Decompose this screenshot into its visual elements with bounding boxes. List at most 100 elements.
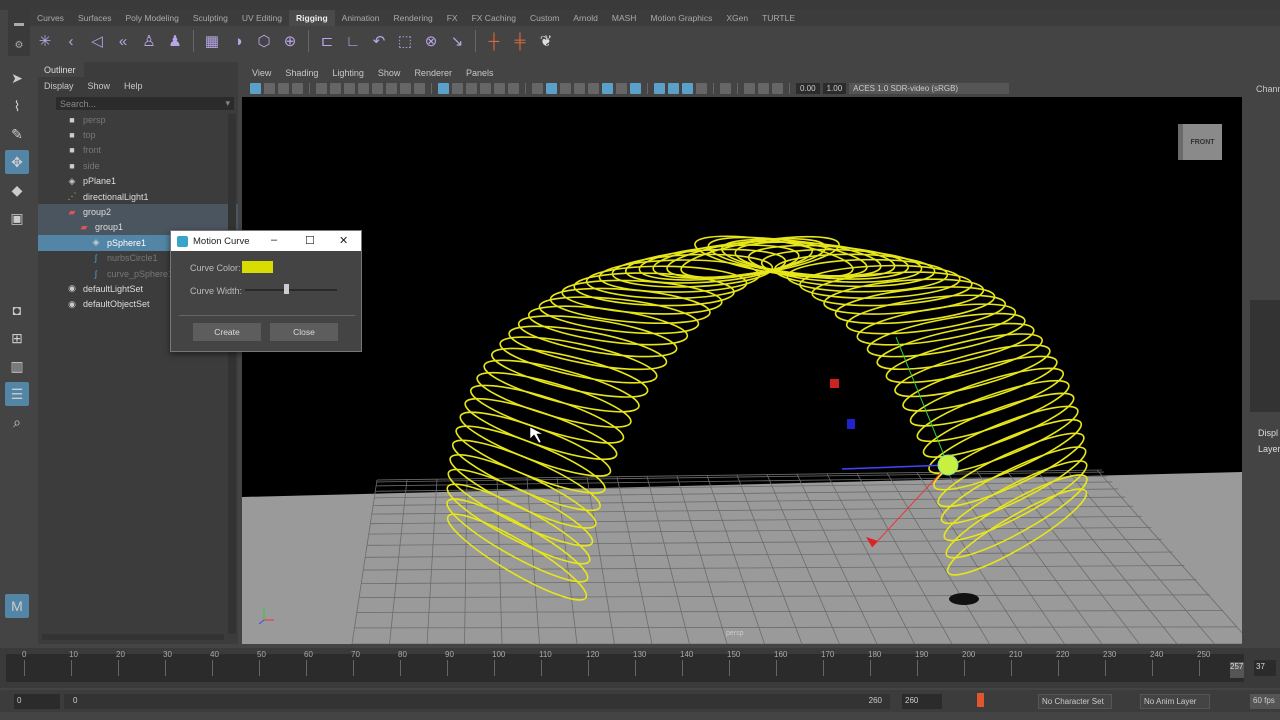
viewport-tool-icon-26[interactable] [654,83,665,94]
paint-weights-icon[interactable]: ◑ [227,30,249,52]
y-axis-manipulator[interactable] [895,336,949,466]
chevron-down-icon[interactable]: ▾ [225,98,230,109]
viewport-tool-icon-6[interactable] [344,83,355,94]
red-locator[interactable] [830,379,839,388]
outliner-item[interactable]: ■ side [38,158,238,173]
viewport-tool-icon-14[interactable] [466,83,477,94]
curve-color-swatch[interactable] [242,261,273,273]
viewport-tool-icon-22[interactable] [588,83,599,94]
humanik-icon[interactable]: ♟ [164,30,186,52]
outliner-menu-help[interactable]: Help [124,81,143,91]
shelf-tab-motion-graphics[interactable]: Motion Graphics [643,10,719,26]
viewport-tool-icon-5[interactable] [330,83,341,94]
locator-icon[interactable]: ┼ [483,30,505,52]
rotate-tool-icon[interactable]: ◆ [5,178,29,202]
viewport-menu-show[interactable]: Show [378,68,401,78]
two-layout-icon[interactable]: ▥ [5,354,29,378]
close-button[interactable]: Close [270,323,338,341]
viewport-menu-renderer[interactable]: Renderer [414,68,452,78]
viewport-tool-icon-23[interactable] [602,83,613,94]
viewport-tool-icon-4[interactable] [316,83,327,94]
viewport-tool-icon-27[interactable] [668,83,679,94]
outliner-scrollbar[interactable] [228,114,236,634]
end-time-field[interactable]: 260 [902,694,942,709]
shelf-tab-mash[interactable]: MASH [605,10,644,26]
display-tab[interactable]: Displ [1258,428,1278,438]
shelf-tab-rendering[interactable]: Rendering [386,10,439,26]
maya-logo-icon[interactable]: M [5,594,29,618]
create-joints-icon[interactable]: ✳ [34,30,56,52]
move-tool-icon[interactable]: ✥ [5,150,29,174]
viewport-tool-icon-30[interactable] [720,83,731,94]
pole-vector-icon[interactable]: ↘ [446,30,468,52]
lattice-icon[interactable]: ⬡ [253,30,275,52]
outliner-item[interactable]: ⋰ directionalLight1 [38,189,238,204]
shelf-tab-curves[interactable]: Curves [30,10,71,26]
outliner-search-input[interactable]: Search... ▾ [56,97,234,110]
orient-constraint-icon[interactable]: ↶ [368,30,390,52]
create-button[interactable]: Create [193,323,261,341]
viewport-tool-icon-3[interactable] [292,83,303,94]
time-slider[interactable]: 257 37 0 10 20 30 40 50 60 70 80 90 100 110 120 130 14… [0,648,1280,688]
layers-menu[interactable]: Layers [1258,444,1280,454]
outliner-item[interactable]: ◈ pPlane1 [38,174,238,189]
scale-tool-icon[interactable]: ▣ [5,206,29,230]
minimize-icon[interactable]: – [271,234,277,246]
anim-layer-dropdown[interactable]: No Anim Layer [1140,694,1210,709]
viewport-tool-icon-24[interactable] [616,83,627,94]
ik-spline-icon[interactable]: « [112,30,134,52]
python-script-icon[interactable]: ❦ [535,30,557,52]
viewport-tool-icon-1[interactable] [264,83,275,94]
shelf-tab-xgen[interactable]: XGen [719,10,755,26]
bind-skin-icon[interactable]: ▦ [201,30,223,52]
exposure-field[interactable]: 0.00 [796,83,820,94]
viewport-tool-icon-18[interactable] [532,83,543,94]
viewport-tool-icon-11[interactable] [414,83,425,94]
shelf-tab-custom[interactable]: Custom [523,10,566,26]
lasso-tool-icon[interactable]: ⌇ [5,94,29,118]
color-space-dropdown[interactable]: ACES 1.0 SDR-video (sRGB) [849,83,1010,94]
viewport-tool-icon-16[interactable] [494,83,505,94]
viewport-tool-icon-17[interactable] [508,83,519,94]
cluster-icon[interactable]: ⊕ [279,30,301,52]
scale-constraint-icon[interactable]: ⬚ [394,30,416,52]
character-set-dropdown[interactable]: No Character Set [1038,694,1112,709]
viewport-tool-icon-8[interactable] [372,83,383,94]
viewport-tool-icon-29[interactable] [696,83,707,94]
blue-locator[interactable] [847,419,855,429]
aim-constraint-icon[interactable]: ⊗ [420,30,442,52]
viewport-tool-icon-7[interactable] [358,83,369,94]
viewport-tool-icon-28[interactable] [682,83,693,94]
viewport-tool-icon-32[interactable] [758,83,769,94]
viewport-menu-lighting[interactable]: Lighting [332,68,364,78]
viewport-tool-icon-9[interactable] [386,83,397,94]
shelf-tab-surfaces[interactable]: Surfaces [71,10,119,26]
viewport-tool-icon-2[interactable] [278,83,289,94]
viewport-tool-icon-12[interactable] [438,83,449,94]
quick-rig-icon[interactable]: ♙ [138,30,160,52]
locator-constraint-icon[interactable]: ╪ [509,30,531,52]
shelf-tab-poly-modeling[interactable]: Poly Modeling [118,10,185,26]
viewport-tool-icon-0[interactable] [250,83,261,94]
gamma-field[interactable]: 1.00 [822,83,847,94]
shelf-tab-rigging[interactable]: Rigging [289,10,335,26]
viewport-tool-icon-31[interactable] [744,83,755,94]
curve-width-slider-thumb[interactable] [284,284,290,294]
viewport-menu-panels[interactable]: Panels [466,68,494,78]
outliner-item[interactable]: ■ persp [38,112,238,127]
shelf-tab-fx[interactable]: FX [440,10,465,26]
viewport-tool-icon-21[interactable] [574,83,585,94]
shelf-tab-sculpting[interactable]: Sculpting [186,10,235,26]
viewport-tool-icon-33[interactable] [772,83,783,94]
outliner-hscrollbar[interactable] [42,634,224,640]
insert-joint-icon[interactable]: ‹ [60,30,82,52]
viewport-tool-icon-25[interactable] [630,83,641,94]
outliner-menu-show[interactable]: Show [88,81,111,91]
current-frame-field[interactable]: 37 [1254,660,1276,676]
viewport-menu-view[interactable]: View [252,68,271,78]
outliner-item[interactable]: ■ front [38,143,238,158]
outliner-menu-display[interactable]: Display [44,81,74,91]
scene-view[interactable] [242,97,1242,644]
shelf-tab-arnold[interactable]: Arnold [566,10,605,26]
viewport-tool-icon-20[interactable] [560,83,571,94]
